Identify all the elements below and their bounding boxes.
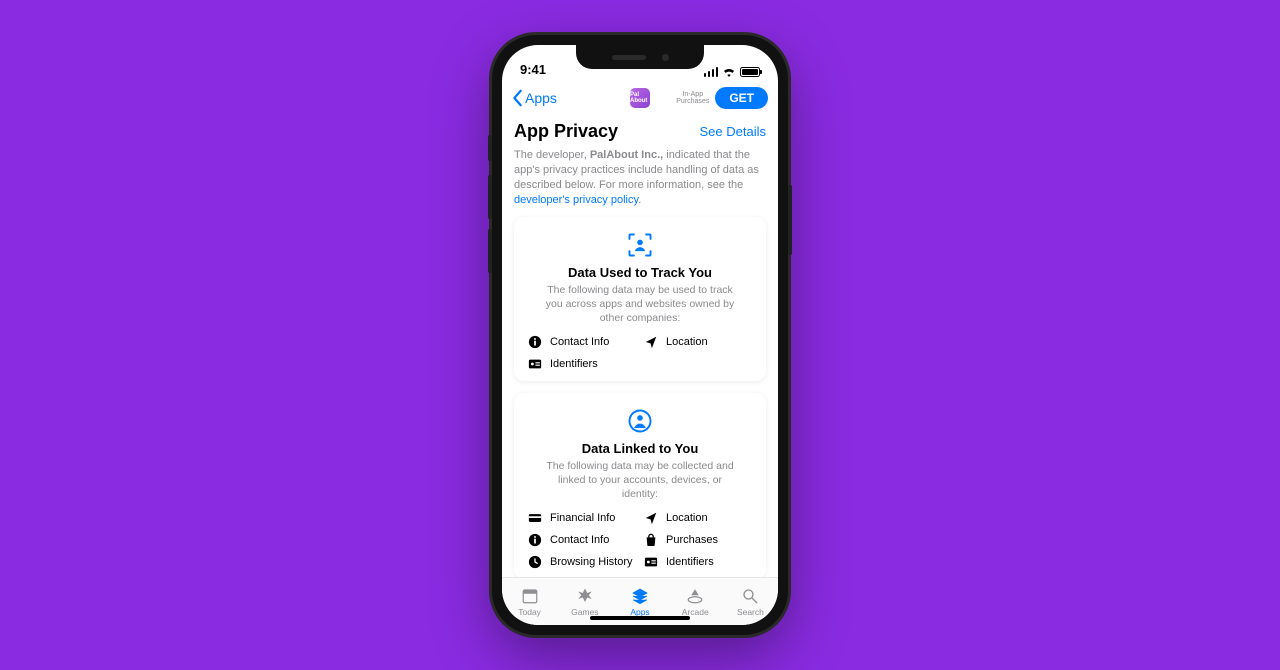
content-area: App Privacy See Details The developer, P… <box>502 117 778 577</box>
nav-bar: Apps Pal About In-AppPurchases GET <box>502 79 778 117</box>
app-icon: Pal About <box>630 88 650 108</box>
tab-label: Apps <box>630 607 649 617</box>
card-title: Data Linked to You <box>582 441 699 456</box>
card-icon <box>528 511 542 525</box>
tab-today[interactable]: Today <box>502 578 557 625</box>
info-icon <box>528 335 542 349</box>
see-details-link[interactable]: See Details <box>700 124 766 139</box>
id-icon <box>528 357 542 371</box>
nav-title-app-icon[interactable]: Pal About <box>630 88 650 108</box>
screen: 9:41 Apps Pal About In-AppPurchases GET <box>502 45 778 625</box>
games-icon <box>576 587 594 605</box>
side-button <box>488 175 492 219</box>
wifi-icon <box>722 67 736 77</box>
data-item-contact-info: Contact Info <box>528 335 636 349</box>
developer-name: PalAbout Inc., <box>590 149 663 161</box>
card-subtitle: The following data may be used to track … <box>540 284 740 325</box>
clock-icon <box>528 555 542 569</box>
data-item-contact-info: Contact Info <box>528 533 636 547</box>
id-icon <box>644 555 658 569</box>
home-indicator[interactable] <box>590 616 690 620</box>
apps-icon <box>631 587 649 605</box>
today-icon <box>521 587 539 605</box>
data-item-identifiers: Identifiers <box>528 357 636 371</box>
data-item-identifiers: Identifiers <box>644 555 752 569</box>
battery-icon <box>740 67 760 77</box>
search-icon <box>741 587 759 605</box>
privacy-policy-link[interactable]: developer's privacy policy <box>514 194 638 206</box>
data-item-location: Location <box>644 511 752 525</box>
notch <box>576 45 704 69</box>
privacy-card-track-you: Data Used to Track You The following dat… <box>514 217 766 381</box>
linked-icon <box>626 407 654 435</box>
privacy-card-linked-to-you: Data Linked to You The following data ma… <box>514 393 766 577</box>
tracking-icon <box>626 231 654 259</box>
data-item-purchases: Purchases <box>644 533 752 547</box>
in-app-purchases-label: In-AppPurchases <box>676 91 709 105</box>
signal-icon <box>704 67 719 77</box>
tab-label: Games <box>571 607 598 617</box>
chevron-left-icon <box>512 89 524 107</box>
location-icon <box>644 335 658 349</box>
tab-label: Search <box>737 607 764 617</box>
arcade-icon <box>686 587 704 605</box>
back-label: Apps <box>525 90 557 106</box>
side-button <box>488 229 492 273</box>
card-subtitle: The following data may be collected and … <box>540 460 740 501</box>
get-button[interactable]: GET <box>715 87 768 109</box>
card-title: Data Used to Track You <box>568 265 712 280</box>
tab-label: Today <box>518 607 541 617</box>
tab-label: Arcade <box>682 607 709 617</box>
data-item-financial-info: Financial Info <box>528 511 636 525</box>
location-icon <box>644 511 658 525</box>
phone-frame: 9:41 Apps Pal About In-AppPurchases GET <box>492 35 788 635</box>
side-button <box>488 135 492 161</box>
data-item-location: Location <box>644 335 752 349</box>
page-title: App Privacy <box>514 121 618 142</box>
bag-icon <box>644 533 658 547</box>
back-button[interactable]: Apps <box>512 89 557 107</box>
side-button <box>788 185 792 255</box>
status-time: 9:41 <box>520 62 546 77</box>
info-icon <box>528 533 542 547</box>
privacy-intro: The developer, PalAbout Inc., indicated … <box>514 148 766 207</box>
tab-search[interactable]: Search <box>723 578 778 625</box>
data-item-browsing-history: Browsing History <box>528 555 636 569</box>
